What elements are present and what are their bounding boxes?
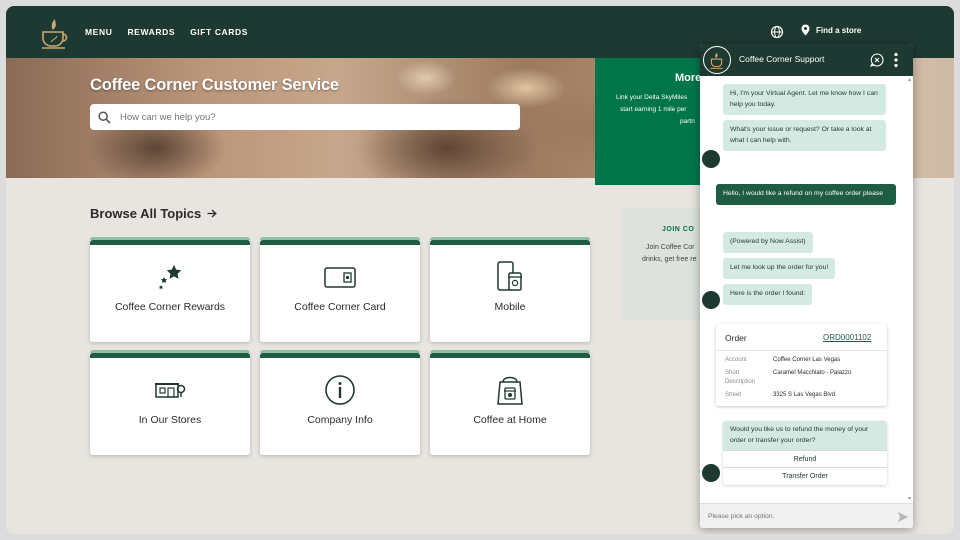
order-field-value: Coffee Corner Las Vegas <box>773 357 841 363</box>
browser-frame: MENU REWARDS GIFT CARDS Find a store Cof… <box>6 6 954 534</box>
send-icon[interactable] <box>898 512 908 522</box>
promo-line: start earning 1 mile per <box>620 106 687 113</box>
order-field-label: Account <box>725 357 747 363</box>
option-question: Would you like us to refund the money of… <box>723 421 887 450</box>
browse-title-label: Browse All Topics <box>90 206 202 221</box>
mobile-cup-icon <box>497 261 522 291</box>
topic-label: Mobile <box>494 301 526 313</box>
agent-message: (Powered by Now Assist) <box>723 232 813 253</box>
chat-widget: Coffee Corner Support Hi, I'm your Virtu… <box>700 44 913 528</box>
topic-card-rewards[interactable]: Coffee Corner Rewards <box>90 237 250 342</box>
join-text: Join Coffee Cor drinks, get free re <box>642 242 696 266</box>
order-field-label: Description <box>725 378 756 385</box>
promo-title: More <box>675 72 702 84</box>
join-rewards-promo[interactable]: JOIN CO Join Coffee Cor drinks, get free… <box>622 208 712 320</box>
promo-line: Link your Delta SkyMiles <box>616 94 688 101</box>
agent-message: Hi, I'm your Virtual Agent. Let me know … <box>723 84 886 115</box>
option-picker: Would you like us to refund the money of… <box>723 421 887 485</box>
promo-text: Link your Delta SkyMiles start earning 1… <box>616 92 695 128</box>
nav-links: MENU REWARDS GIFT CARDS <box>85 6 248 58</box>
divider <box>716 350 887 351</box>
join-title: JOIN CO <box>662 226 695 233</box>
info-icon <box>325 375 355 405</box>
chat-header: Coffee Corner Support <box>700 44 913 76</box>
order-field-value: Caramel Macchiato - Palazzo <box>773 370 852 376</box>
agent-avatar-icon <box>703 46 731 74</box>
agent-message: Here is the order I found: <box>723 284 813 305</box>
browse-all-topics-link[interactable]: Browse All Topics <box>90 206 218 221</box>
promo-line: partn <box>680 118 695 125</box>
order-heading: Order <box>725 333 747 343</box>
order-field-label: Street <box>725 392 742 398</box>
join-line: Join Coffee Cor <box>646 244 695 251</box>
refund-option-button[interactable]: Refund <box>723 450 887 467</box>
skymiles-promo[interactable]: More Link your Delta SkyMiles start earn… <box>595 58 710 185</box>
agent-message: What's your issue or request? Or take a … <box>723 120 886 151</box>
topic-label: Coffee Corner Rewards <box>114 301 226 313</box>
topic-label: Coffee Corner Card <box>294 301 386 313</box>
chat-input-bar <box>700 503 913 528</box>
chat-input[interactable] <box>708 512 888 520</box>
order-card: Order ORD0001102 Account Coffee Corner L… <box>716 324 887 406</box>
find-store-link[interactable]: Find a store <box>801 24 861 36</box>
nav-link-menu[interactable]: MENU <box>85 27 112 37</box>
store-icon <box>155 383 186 398</box>
topic-card-home[interactable]: Coffee at Home <box>430 350 590 455</box>
user-message: Hello, I would like a refund on my coffe… <box>716 184 896 205</box>
card-icon <box>324 267 356 288</box>
map-pin-icon <box>801 24 810 36</box>
search-input[interactable] <box>120 111 500 123</box>
topic-card-company[interactable]: Company Info <box>260 350 420 455</box>
order-number-link[interactable]: ORD0001102 <box>823 333 871 342</box>
order-field-label: Short <box>725 370 740 376</box>
chat-title: Coffee Corner Support <box>739 54 825 64</box>
coffee-cup-logo-icon[interactable] <box>34 12 74 52</box>
page-title: Coffee Corner Customer Service <box>90 76 339 94</box>
transfer-order-option-button[interactable]: Transfer Order <box>723 467 887 484</box>
topic-label: Company Info <box>307 414 373 426</box>
arrow-right-icon <box>207 209 218 218</box>
agent-avatar <box>702 150 720 168</box>
topic-card-stores[interactable]: In Our Stores <box>90 350 250 455</box>
more-options-icon[interactable] <box>893 52 899 68</box>
join-line: drinks, get free re <box>642 256 697 263</box>
search-bar[interactable] <box>90 104 520 130</box>
globe-icon[interactable] <box>770 25 784 39</box>
stars-icon <box>158 265 182 290</box>
end-chat-icon[interactable] <box>870 53 884 67</box>
topic-card-mobile[interactable]: Mobile <box>430 237 590 342</box>
agent-message: Let me look up the order for you! <box>723 258 836 279</box>
chat-scrollbar[interactable] <box>908 78 911 500</box>
topic-label: In Our Stores <box>138 414 202 426</box>
topic-card-card[interactable]: Coffee Corner Card <box>260 237 420 342</box>
chat-transcript: Hi, I'm your Virtual Agent. Let me know … <box>700 76 913 503</box>
nav-link-rewards[interactable]: REWARDS <box>127 27 175 37</box>
order-field-value: 3325 S Las Vegas Blvd <box>773 392 836 398</box>
find-store-label: Find a store <box>816 25 862 35</box>
agent-avatar <box>702 291 720 309</box>
topic-label: Coffee at Home <box>473 414 547 426</box>
search-icon <box>98 110 111 124</box>
nav-link-gift-cards[interactable]: GIFT CARDS <box>190 27 248 37</box>
agent-avatar <box>702 464 720 482</box>
coffee-bag-icon <box>497 376 523 405</box>
